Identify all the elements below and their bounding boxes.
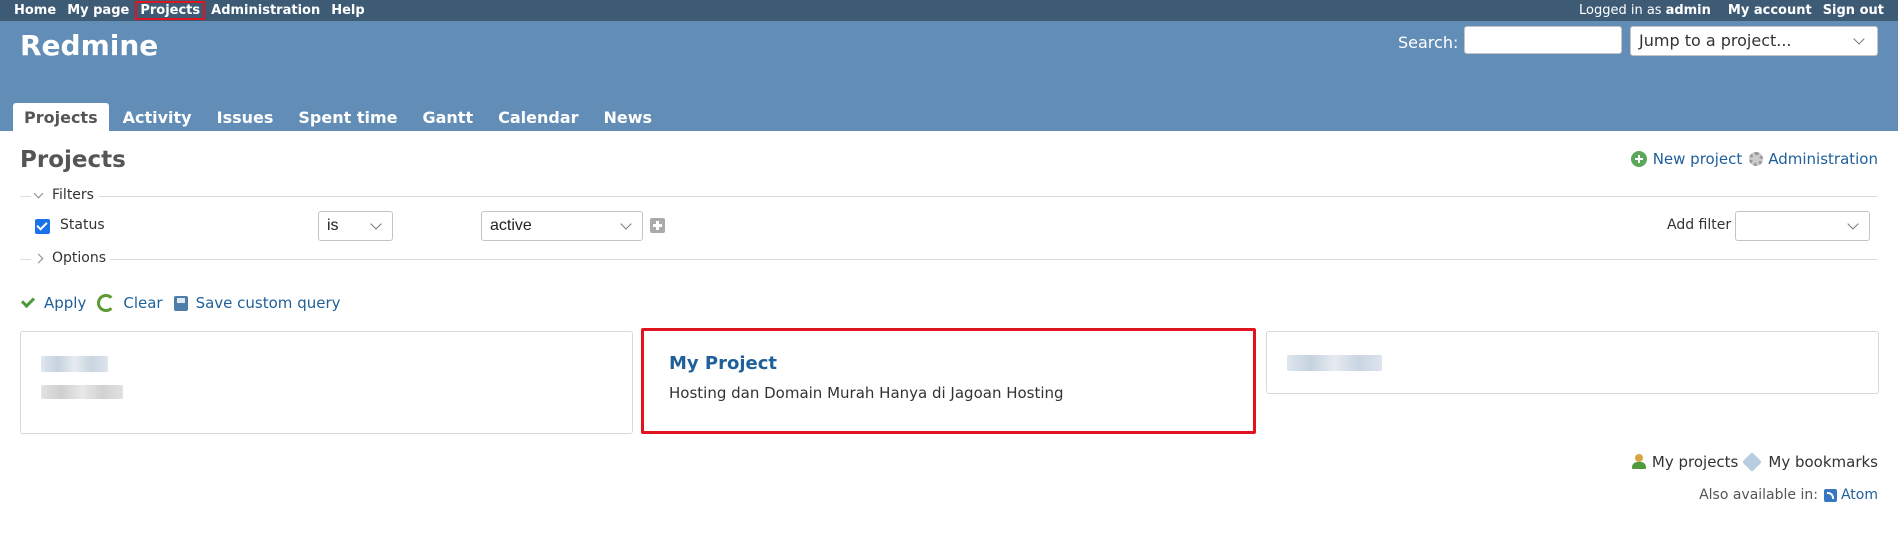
new-project-label: New project [1652, 150, 1743, 168]
sign-out-link[interactable]: Sign out [1823, 3, 1884, 18]
add-value-icon[interactable] [650, 218, 665, 233]
main-menu-tabs: Projects Activity Issues Spent time Gant… [13, 103, 666, 131]
project-box[interactable] [1266, 331, 1879, 394]
chevron-down-icon [33, 188, 44, 198]
administration-link[interactable]: Administration [1742, 150, 1878, 168]
tab-gantt[interactable]: Gantt [411, 103, 484, 131]
save-icon [173, 295, 188, 311]
bookmark-icon [1742, 452, 1763, 472]
user-icon [1631, 454, 1646, 470]
save-query-button[interactable]: Save custom query [173, 294, 341, 312]
redacted-project-name [1287, 355, 1382, 371]
tab-activity[interactable]: Activity [112, 103, 203, 131]
status-operator-value: is [327, 217, 339, 234]
top-menu-my-page[interactable]: My page [67, 3, 129, 18]
tab-spent-time[interactable]: Spent time [287, 103, 408, 131]
chevron-down-icon [620, 218, 632, 230]
filters-legend[interactable]: Filters [31, 187, 98, 203]
status-filter-label: Status [60, 217, 105, 233]
project-description: Hosting dan Domain Murah Hanya di Jagoan… [669, 384, 1064, 402]
status-filter-checkbox[interactable] [35, 219, 50, 234]
chevron-down-icon [1853, 33, 1865, 45]
logged-in-user-link[interactable]: admin [1666, 3, 1711, 18]
add-filter-select[interactable] [1735, 211, 1870, 241]
tab-issues[interactable]: Issues [206, 103, 285, 131]
status-value-select[interactable]: active [481, 211, 643, 241]
project-box[interactable] [20, 331, 633, 434]
jump-to-project-placeholder: Jump to a project... [1639, 31, 1792, 50]
top-menu-projects[interactable]: Projects [135, 1, 206, 20]
search-input[interactable] [1464, 26, 1622, 54]
administration-label: Administration [1768, 150, 1878, 168]
my-account-link[interactable]: My account [1728, 3, 1812, 18]
other-formats: Also available in: Atom [1699, 487, 1878, 503]
top-menu: Home My page Projects Administration Hel… [0, 0, 1898, 21]
top-menu-home[interactable]: Home [14, 3, 56, 18]
reload-icon [97, 294, 116, 312]
options-legend[interactable]: Options [31, 250, 111, 266]
chevron-down-icon [370, 218, 382, 230]
clear-button[interactable]: Clear [97, 294, 163, 312]
project-box-my-project[interactable]: My Project Hosting dan Domain Murah Hany… [641, 328, 1256, 434]
also-available-label: Also available in: [1699, 487, 1818, 503]
new-project-link[interactable]: New project [1630, 150, 1743, 168]
contextual-actions: New project Administration [1630, 150, 1878, 168]
status-operator-select[interactable]: is [318, 211, 393, 241]
search-label: Search: [1398, 33, 1459, 52]
my-projects-link[interactable]: My projects [1652, 453, 1738, 471]
account-menu: Logged in as admin My account Sign out [1579, 0, 1884, 21]
tab-news[interactable]: News [593, 103, 664, 131]
chevron-down-icon [1847, 218, 1859, 230]
options-legend-label: Options [52, 250, 107, 266]
add-filter-label: Add filter [1667, 217, 1732, 233]
project-list-links: My projects My bookmarks [1631, 452, 1878, 472]
filters-fieldset-border [20, 196, 1878, 197]
project-name-link[interactable]: My Project [669, 353, 777, 374]
check-icon [20, 293, 36, 309]
options-fieldset-border [20, 259, 1878, 260]
tab-projects[interactable]: Projects [13, 103, 109, 131]
query-buttons: Apply Clear Save custom query [20, 293, 352, 312]
app-title[interactable]: Redmine [20, 29, 158, 62]
my-bookmarks-link[interactable]: My bookmarks [1768, 453, 1878, 471]
apply-button[interactable]: Apply [20, 293, 87, 312]
clear-label: Clear [123, 294, 163, 312]
top-menu-left: Home My page Projects Administration Hel… [14, 0, 376, 21]
atom-label: Atom [1840, 487, 1878, 503]
filters-legend-label: Filters [52, 187, 94, 203]
chevron-right-icon [33, 253, 44, 263]
atom-feed-link[interactable]: Atom [1823, 487, 1878, 503]
page-title: Projects [20, 147, 126, 173]
add-icon [1630, 151, 1647, 167]
save-query-label: Save custom query [195, 294, 341, 312]
rss-icon [1823, 488, 1837, 502]
jump-to-project-select[interactable]: Jump to a project... [1630, 26, 1878, 56]
gear-icon [1749, 152, 1764, 166]
tab-calendar[interactable]: Calendar [487, 103, 589, 131]
redacted-project-description [41, 385, 123, 399]
apply-label: Apply [44, 294, 87, 312]
status-value: active [490, 217, 532, 234]
redacted-project-name [41, 356, 108, 372]
top-menu-administration[interactable]: Administration [211, 3, 320, 18]
logged-in-label: Logged in as [1578, 3, 1662, 18]
top-menu-help[interactable]: Help [331, 3, 364, 18]
